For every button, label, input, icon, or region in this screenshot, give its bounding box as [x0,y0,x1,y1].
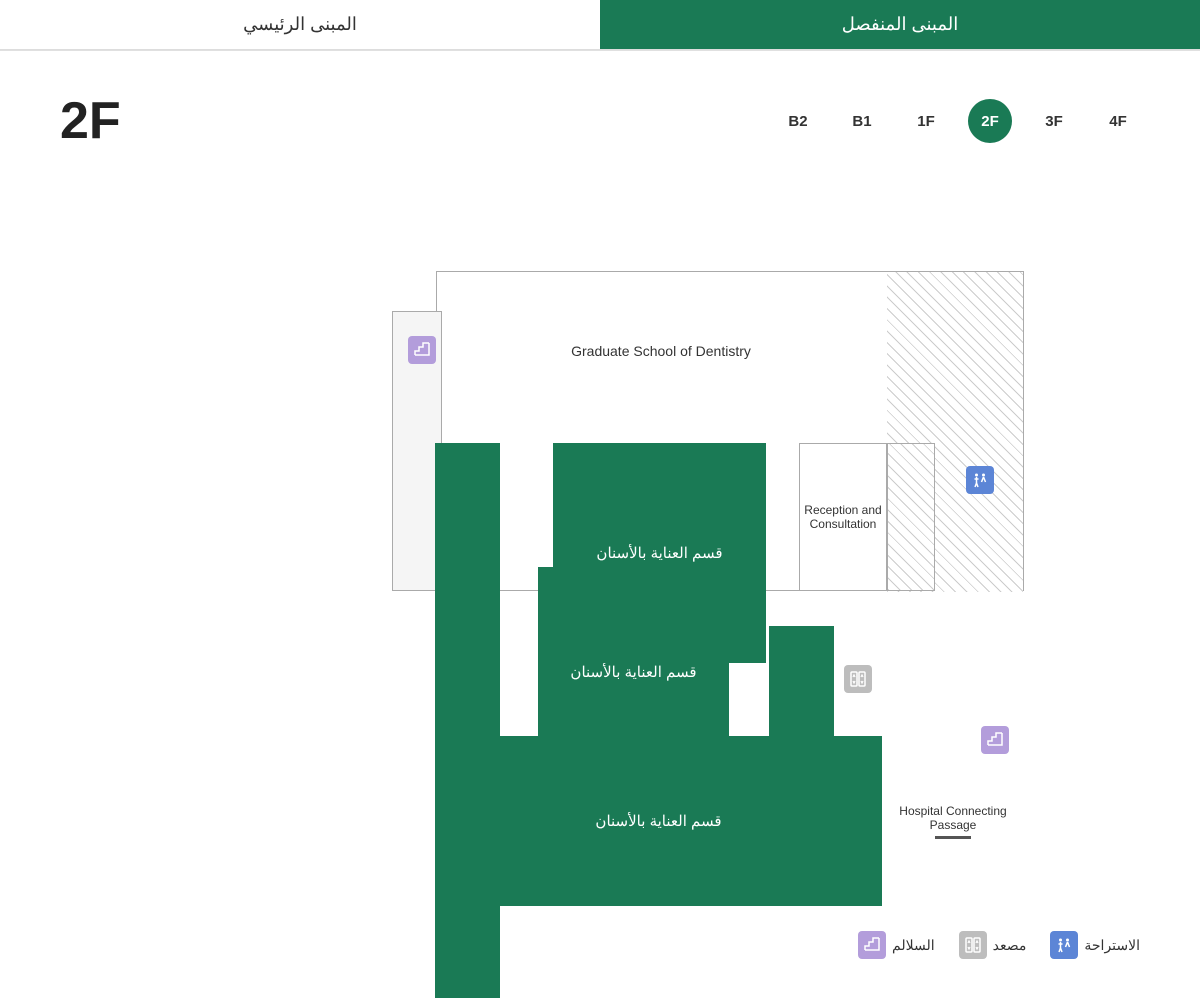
legend-stairs: السلالم [858,931,935,959]
elevator-icon-box [844,665,872,693]
teal-left-bar [435,443,500,998]
separator [0,50,1200,51]
elevator-legend-svg [964,936,982,954]
floor-buttons: B2 B1 1F 2F 3F 4F [776,99,1140,143]
stairs-legend-svg [863,936,881,954]
floor-btn-3f[interactable]: 3F [1032,99,1076,143]
restroom-legend-icon [1050,931,1078,959]
stairs-icon-bottom-right [981,726,1017,762]
legend: السلالم مصعد الاستراحة [0,921,1200,969]
restroom-icon-top [966,466,1002,502]
hospital-passage: Hospital Connecting Passage [883,791,1023,851]
elevator-icon [844,665,880,701]
floor-btn-2f[interactable]: 2F [968,99,1012,143]
header-tabs: المبنى الرئيسي المبنى المنفصل [0,0,1200,50]
tab-annex-label: المبنى المنفصل [842,14,958,35]
elevator-legend-icon [959,931,987,959]
legend-elevator: مصعد [959,931,1027,959]
floor-btn-b1[interactable]: B1 [840,99,884,143]
stairs-icon-bottom-purple [981,726,1009,754]
stairs-svg [413,341,431,359]
stairs-icon-top-left [408,336,436,364]
tab-annex-building[interactable]: المبنى المنفصل [600,0,1200,49]
elevator-legend-label: مصعد [993,937,1027,954]
tab-main-building[interactable]: المبنى الرئيسي [0,0,600,49]
restroom-svg [971,471,989,489]
floor-btn-1f[interactable]: 1F [904,99,948,143]
legend-restroom: الاستراحة [1050,931,1140,959]
hatched-small-right [887,443,935,591]
restroom-legend-svg [1055,936,1073,954]
teal-right-box [769,626,834,826]
floor-btn-b2[interactable]: B2 [776,99,820,143]
floor-map: Graduate School of Dentistry قسم العناية… [0,171,1200,921]
stairs-bottom-svg [986,731,1004,749]
passage-line [935,836,971,839]
floor-btn-4f[interactable]: 4F [1096,99,1140,143]
restroom-icon [966,466,994,494]
stairs-legend-label: السلالم [892,937,935,954]
elevator-svg [849,670,867,688]
stairs-legend-icon [858,931,886,959]
restroom-legend-label: الاستراحة [1084,937,1140,954]
floor-nav-area: 2F B2 B1 1F 2F 3F 4F [0,61,1200,171]
current-floor-label: 2F [60,91,121,151]
stairs-icon-purple [408,336,436,364]
reception-consultation-box: Reception and Consultation [799,443,887,591]
tab-main-label: المبنى الرئيسي [243,14,357,35]
